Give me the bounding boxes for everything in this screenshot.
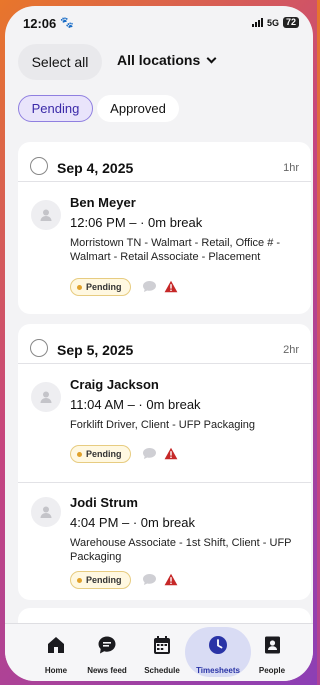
day-date: Sep 5, 2025: [57, 342, 134, 358]
avatar: [31, 382, 61, 412]
day-date: Sep 4, 2025: [57, 160, 134, 176]
nav-label: Schedule: [144, 666, 180, 675]
person-icon: [40, 209, 52, 221]
locations-dropdown[interactable]: All locations: [117, 52, 217, 68]
status-badge: Pending: [70, 571, 131, 589]
app-screen: 12:06 🐾 5G 72 Select all All locations P…: [5, 6, 313, 681]
job-description: Forklift Driver, Client - UFP Packaging: [70, 419, 256, 431]
nav-home[interactable]: Home: [29, 624, 83, 680]
status-label: Pending: [86, 282, 122, 292]
chat-icon: [98, 636, 116, 654]
person-icon: [40, 506, 52, 518]
day-select-checkbox[interactable]: [30, 339, 48, 357]
status-indicators: 5G 72: [251, 17, 299, 28]
person-icon: [40, 391, 52, 403]
tab-approved[interactable]: Approved: [97, 95, 179, 122]
timesheet-entry[interactable]: Jodi Strum 4:04 PM – · 0m break Warehous…: [18, 482, 311, 600]
battery-icon: 72: [282, 17, 299, 28]
select-all-button[interactable]: Select all: [18, 44, 102, 80]
day-hours: 2hr: [283, 344, 299, 356]
shift-time: 11:04 AM – · 0m break: [70, 397, 201, 412]
shift-time: 4:04 PM – · 0m break: [70, 515, 195, 530]
calendar-icon: [154, 636, 170, 654]
warning-icon: [164, 573, 178, 586]
day-card: Sep 4, 2025 1hr Ben Meyer 12:06 PM – · 0…: [18, 142, 311, 314]
status-badge: Pending: [70, 278, 131, 296]
employee-name: Craig Jackson: [70, 377, 159, 392]
day-card: Sep 5, 2025 2hr Craig Jackson 11:04 AM –…: [18, 324, 311, 600]
status-label: Pending: [86, 449, 122, 459]
nav-schedule[interactable]: Schedule: [135, 624, 189, 680]
shift-time: 12:06 PM – · 0m break: [70, 215, 203, 230]
nav-timesheets[interactable]: Timesheets: [185, 624, 251, 680]
status-dot-icon: [77, 577, 82, 583]
employee-name: Ben Meyer: [70, 195, 136, 210]
avatar: [31, 200, 61, 230]
nav-label: Home: [44, 666, 68, 675]
network-label: 5G: [266, 17, 279, 28]
nav-label: News feed: [87, 666, 127, 675]
nav-label: People: [258, 666, 286, 675]
tab-pending[interactable]: Pending: [18, 95, 93, 122]
avatar: [31, 497, 61, 527]
status-dot-icon: [77, 284, 82, 290]
comment-icon[interactable]: [142, 280, 157, 293]
comment-icon[interactable]: [142, 573, 157, 586]
day-select-checkbox[interactable]: [30, 157, 48, 175]
paw-icon: 🐾: [60, 17, 74, 29]
warning-icon: [164, 447, 178, 460]
clock-icon: [209, 636, 227, 654]
job-description: Warehouse Associate - 1st Shift, Client …: [70, 537, 292, 563]
nav-people[interactable]: People: [245, 624, 299, 680]
day-header: Sep 4, 2025 1hr: [18, 142, 311, 182]
job-description: Morristown TN - Walmart - Retail, Office…: [70, 237, 281, 263]
status-bar: 12:06 🐾 5G 72: [5, 6, 313, 42]
bottom-nav: Home News feed Schedule Timesheets Peopl…: [5, 623, 313, 681]
nav-news-feed[interactable]: News feed: [80, 624, 134, 680]
day-header: Sep 5, 2025 2hr: [18, 324, 311, 364]
comment-icon[interactable]: [142, 447, 157, 460]
warning-icon: [164, 280, 178, 293]
timesheet-entry[interactable]: Ben Meyer 12:06 PM – · 0m break Morristo…: [18, 182, 311, 314]
employee-name: Jodi Strum: [70, 495, 138, 510]
contact-book-icon: [265, 636, 280, 654]
nav-label: Timesheets: [196, 666, 240, 675]
timesheet-entry[interactable]: Craig Jackson 11:04 AM – · 0m break Fork…: [18, 364, 311, 482]
status-label: Pending: [86, 575, 122, 585]
status-dot-icon: [77, 451, 82, 457]
locations-label: All locations: [117, 52, 201, 68]
chevron-down-icon: [206, 53, 217, 63]
day-hours: 1hr: [283, 162, 299, 174]
status-badge: Pending: [70, 445, 131, 463]
home-icon: [48, 637, 64, 653]
signal-icon: [251, 18, 263, 27]
status-time: 12:06: [23, 16, 57, 31]
